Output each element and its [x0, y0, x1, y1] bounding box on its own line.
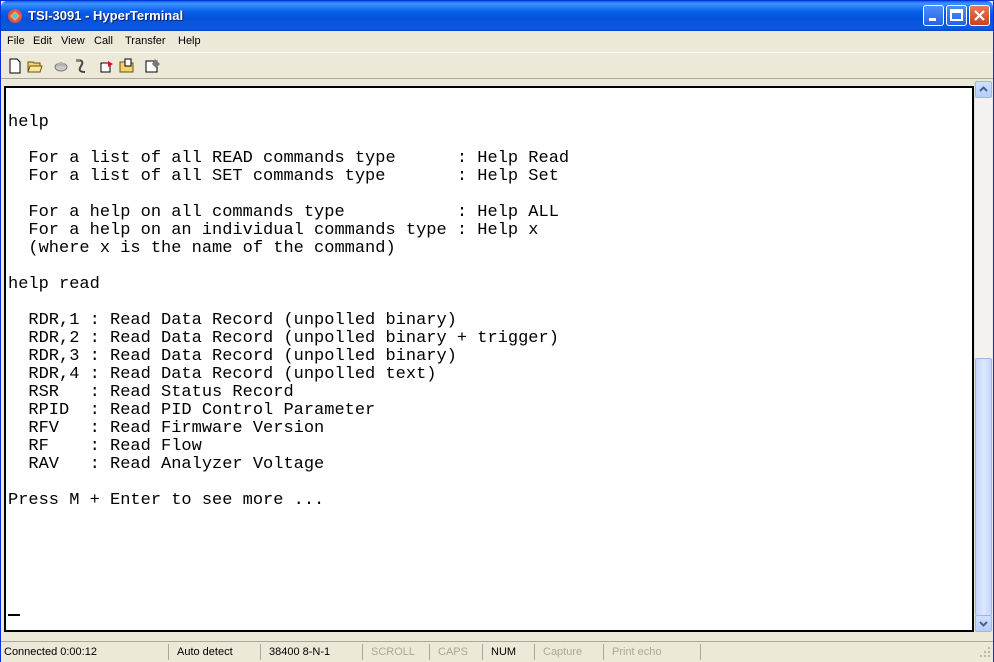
scroll-thumb[interactable]: [975, 358, 992, 616]
terminal-cursor: [8, 614, 20, 616]
terminal-line: help read: [8, 275, 100, 294]
terminal-line: For a help on an individual commands typ…: [8, 221, 539, 240]
status-bar: Connected 0:00:12 Auto detect 38400 8-N-…: [1, 641, 993, 662]
menu-file[interactable]: File: [7, 35, 25, 47]
chevron-up-icon: [979, 86, 988, 92]
menu-help[interactable]: Help: [178, 35, 201, 47]
disconnect-icon[interactable]: [73, 58, 89, 74]
terminal-line: For a list of all READ commands type : H…: [8, 149, 570, 168]
hyperterminal-window: TSI-3091 - HyperTerminal File Edit View …: [0, 0, 994, 662]
close-icon: [974, 10, 985, 21]
terminal-line: RAV : Read Analyzer Voltage: [8, 455, 325, 474]
terminal-line: RPID : Read PID Control Parameter: [8, 401, 376, 420]
terminal-screen[interactable]: help For a list of all READ commands typ…: [4, 86, 974, 632]
scroll-up-button[interactable]: [975, 81, 992, 98]
vertical-scrollbar[interactable]: [974, 81, 992, 632]
menu-edit[interactable]: Edit: [33, 35, 52, 47]
send-icon[interactable]: [99, 58, 115, 74]
terminal-line: (where x is the name of the command): [8, 239, 396, 258]
status-capture: Capture: [540, 644, 604, 660]
terminal-line: RDR,4 : Read Data Record (unpolled text): [8, 365, 437, 384]
new-connection-icon[interactable]: [7, 58, 23, 74]
terminal-line: RF : Read Flow: [8, 437, 202, 456]
minimize-button[interactable]: [923, 5, 944, 26]
window-title: TSI-3091 - HyperTerminal: [28, 8, 184, 23]
open-icon[interactable]: [27, 58, 43, 74]
terminal-line: help: [8, 113, 49, 132]
status-scroll: SCROLL: [368, 644, 430, 660]
menu-bar: File Edit View Call Transfer Help: [1, 31, 993, 51]
minimize-icon: [929, 18, 936, 21]
maximize-icon: [950, 9, 963, 21]
maximize-button[interactable]: [946, 5, 967, 26]
status-num: NUM: [488, 644, 535, 660]
scroll-down-button[interactable]: [975, 615, 992, 632]
terminal-line: RDR,2 : Read Data Record (unpolled binar…: [8, 329, 559, 348]
terminal-line: RDR,3 : Read Data Record (unpolled binar…: [8, 347, 457, 366]
status-print-echo: Print echo: [609, 644, 701, 660]
properties-icon[interactable]: [145, 58, 161, 74]
terminal-line: RSR : Read Status Record: [8, 383, 294, 402]
hyperterminal-icon: [8, 9, 22, 23]
menu-view[interactable]: View: [61, 35, 85, 47]
close-button[interactable]: [969, 5, 990, 26]
chevron-down-icon: [979, 621, 988, 627]
receive-icon[interactable]: [119, 58, 135, 74]
status-connected: Connected 0:00:12: [1, 644, 169, 660]
terminal-line: RDR,1 : Read Data Record (unpolled binar…: [8, 311, 457, 330]
menu-transfer[interactable]: Transfer: [125, 35, 166, 47]
title-bar[interactable]: TSI-3091 - HyperTerminal: [1, 1, 993, 31]
resize-grip-icon[interactable]: [979, 646, 991, 658]
status-settings: 38400 8-N-1: [266, 644, 363, 660]
terminal-line: Press M + Enter to see more ...: [8, 491, 325, 510]
terminal-line: For a help on all commands type : Help A…: [8, 203, 559, 222]
terminal-line: For a list of all SET commands type : He…: [8, 167, 559, 186]
connect-icon[interactable]: [53, 58, 69, 74]
terminal-line: RFV : Read Firmware Version: [8, 419, 325, 438]
terminal-output: help For a list of all READ commands typ…: [6, 88, 972, 630]
menu-call[interactable]: Call: [94, 35, 113, 47]
status-caps: CAPS: [435, 644, 483, 660]
toolbar: [1, 52, 993, 79]
status-detect: Auto detect: [174, 644, 261, 660]
